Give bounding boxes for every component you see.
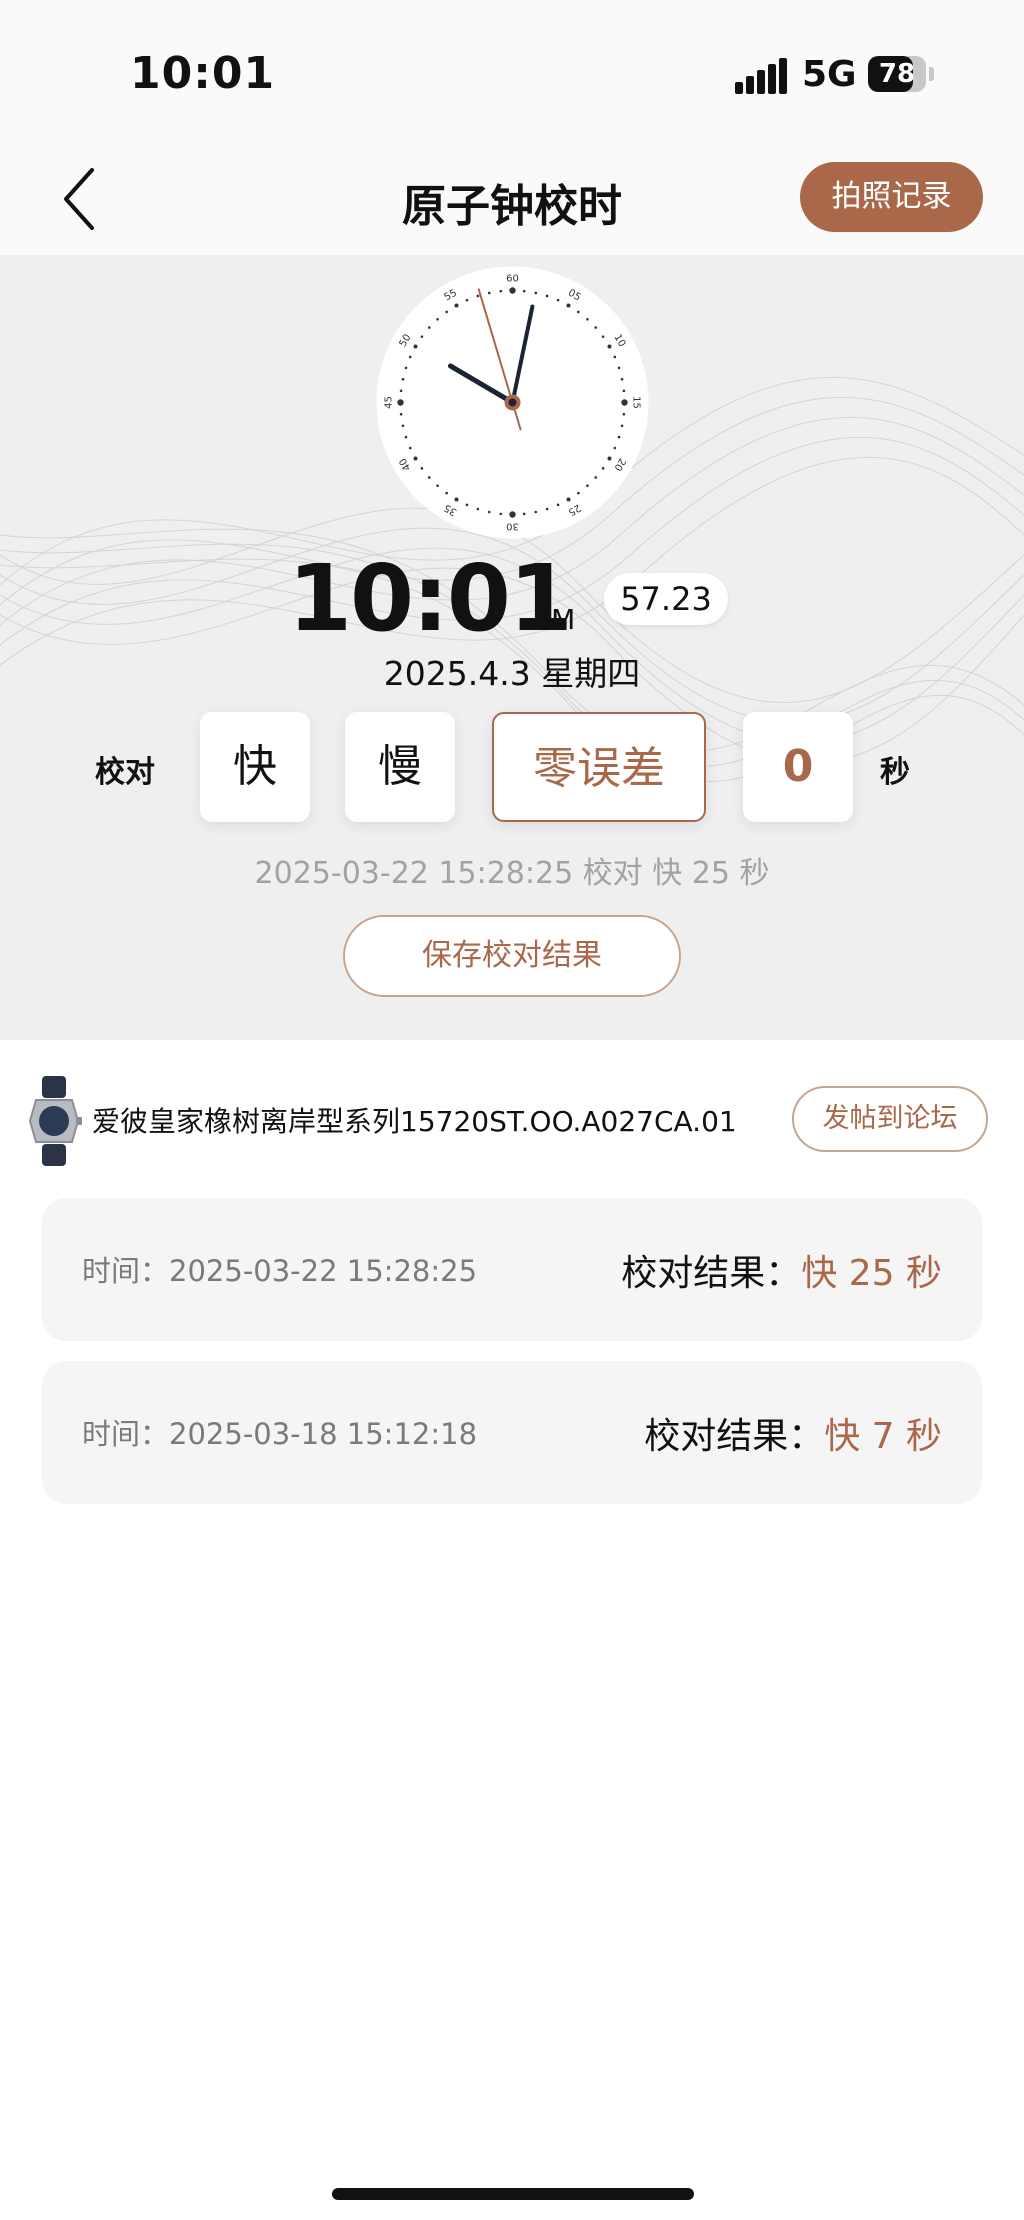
dial-tick — [545, 294, 549, 298]
dial-tick — [577, 491, 580, 495]
dial-tick — [556, 503, 560, 507]
dial-tick — [607, 456, 612, 461]
dial-tick — [509, 287, 516, 294]
dial-tick — [487, 510, 491, 514]
record-result: 校对结果：快 25 秒 — [621, 1253, 942, 1294]
dial-tick — [522, 289, 526, 293]
fast-button[interactable]: 快 — [200, 712, 310, 822]
dial-tick — [617, 435, 621, 439]
dial-tick — [617, 366, 621, 370]
dial-label: 15 — [631, 396, 642, 409]
home-indicator[interactable] — [332, 2188, 694, 2200]
record-result: 校对结果：快 7 秒 — [644, 1416, 942, 1457]
dial-tick — [620, 424, 624, 428]
record-card[interactable]: 时间：2025-03-18 15:12:18 校对结果：快 7 秒 — [42, 1361, 982, 1504]
dial-tick — [556, 298, 560, 302]
dial-tick — [586, 317, 589, 321]
status-time: 10:01 — [130, 48, 276, 99]
dial-tick — [534, 510, 538, 514]
dial-tick — [577, 310, 580, 314]
dial-tick — [454, 303, 459, 308]
dial-tick — [420, 467, 424, 470]
dial-tick — [613, 355, 617, 359]
dial-tick — [399, 412, 403, 416]
network-label: 5G — [802, 54, 857, 95]
dial-tick — [621, 399, 628, 406]
dial-label: 60 — [506, 274, 519, 285]
dial-tick — [566, 303, 571, 308]
digital-time: 10:01 — [288, 545, 573, 652]
deviation-input[interactable]: 0 — [743, 712, 853, 822]
dial-tick — [436, 317, 439, 321]
clock-panel: 60 05 10 15 20 25 30 35 40 45 50 55 10:01 AM 57.23 … — [0, 255, 1024, 1040]
ampm-label: AM — [532, 603, 576, 636]
dial-tick — [397, 399, 404, 406]
dial-tick — [522, 512, 526, 516]
photo-record-button[interactable]: 拍照记录 — [800, 162, 983, 232]
signal-icon — [735, 58, 787, 94]
dial-tick — [445, 491, 448, 495]
dial-tick — [454, 497, 459, 502]
dial-tick — [413, 456, 418, 461]
date-text: 2025.4.3 星期四 — [383, 654, 641, 693]
dial-tick — [545, 507, 549, 511]
dial-tick — [607, 344, 612, 349]
dial-tick — [476, 507, 480, 511]
dial-tick — [622, 389, 626, 393]
dial-tick — [427, 326, 431, 329]
calibration-label: 校对 — [95, 755, 155, 790]
seconds-unit-label: 秒 — [880, 755, 910, 790]
dial-tick — [613, 446, 617, 450]
watch-thumbnail — [28, 1076, 82, 1166]
record-time: 时间：2025-03-22 15:28:25 — [82, 1254, 478, 1288]
dial-tick — [408, 446, 412, 450]
dial-tick — [594, 476, 598, 479]
dial-tick — [499, 512, 503, 516]
dial-tick — [427, 476, 431, 479]
nav-bar: 原子钟校时 拍照记录 — [0, 150, 1024, 255]
seconds-chip: 57.23 — [604, 573, 728, 625]
record-time: 时间：2025-03-18 15:12:18 — [82, 1417, 478, 1451]
dial-tick — [399, 389, 403, 393]
dial-tick — [594, 326, 598, 329]
status-bar: 10:01 5G 78 — [0, 0, 1024, 150]
dial-tick — [436, 484, 439, 488]
dial-label: 30 — [506, 521, 519, 532]
dial-tick — [465, 503, 469, 507]
dial-label: 45 — [384, 396, 395, 409]
dial-tick — [601, 467, 605, 470]
dial-tick — [534, 291, 538, 295]
dial-tick — [622, 412, 626, 416]
dial-tick — [420, 335, 424, 338]
clock-center-inner — [508, 398, 517, 407]
battery-percent: 78 — [878, 59, 916, 89]
battery-icon: 78 — [868, 56, 926, 92]
dial-tick — [465, 298, 469, 302]
dial-tick — [499, 289, 503, 293]
zero-error-button[interactable]: 零误差 — [492, 712, 706, 822]
dial-tick — [601, 335, 605, 338]
dial-tick — [509, 511, 516, 518]
dial-tick — [408, 355, 412, 359]
save-calibration-button[interactable]: 保存校对结果 — [343, 915, 681, 997]
dial-tick — [445, 310, 448, 314]
battery-tip — [929, 67, 934, 81]
dial-tick — [404, 435, 408, 439]
dial-tick — [401, 377, 405, 381]
slow-button[interactable]: 慢 — [345, 712, 455, 822]
analog-clock: 600510152025303540455055 — [376, 266, 649, 539]
dial-tick — [413, 344, 418, 349]
dial-tick — [566, 497, 571, 502]
dial-tick — [586, 484, 589, 488]
watch-name: 爱彼皇家橡树离岸型系列15720ST.OO.A027CA.01 — [92, 1105, 737, 1138]
post-to-forum-button[interactable]: 发帖到论坛 — [792, 1086, 988, 1152]
dial-tick — [620, 377, 624, 381]
dial-tick — [476, 294, 480, 298]
watch-row: 爱彼皇家橡树离岸型系列15720ST.OO.A027CA.01 发帖到论坛 — [0, 1040, 1024, 1200]
dial-tick — [487, 291, 491, 295]
last-calibration-text: 2025-03-22 15:28:25 校对 快 25 秒 — [254, 856, 770, 891]
dial-tick — [401, 424, 405, 428]
record-card[interactable]: 时间：2025-03-22 15:28:25 校对结果：快 25 秒 — [42, 1198, 982, 1341]
dial-tick — [404, 366, 408, 370]
